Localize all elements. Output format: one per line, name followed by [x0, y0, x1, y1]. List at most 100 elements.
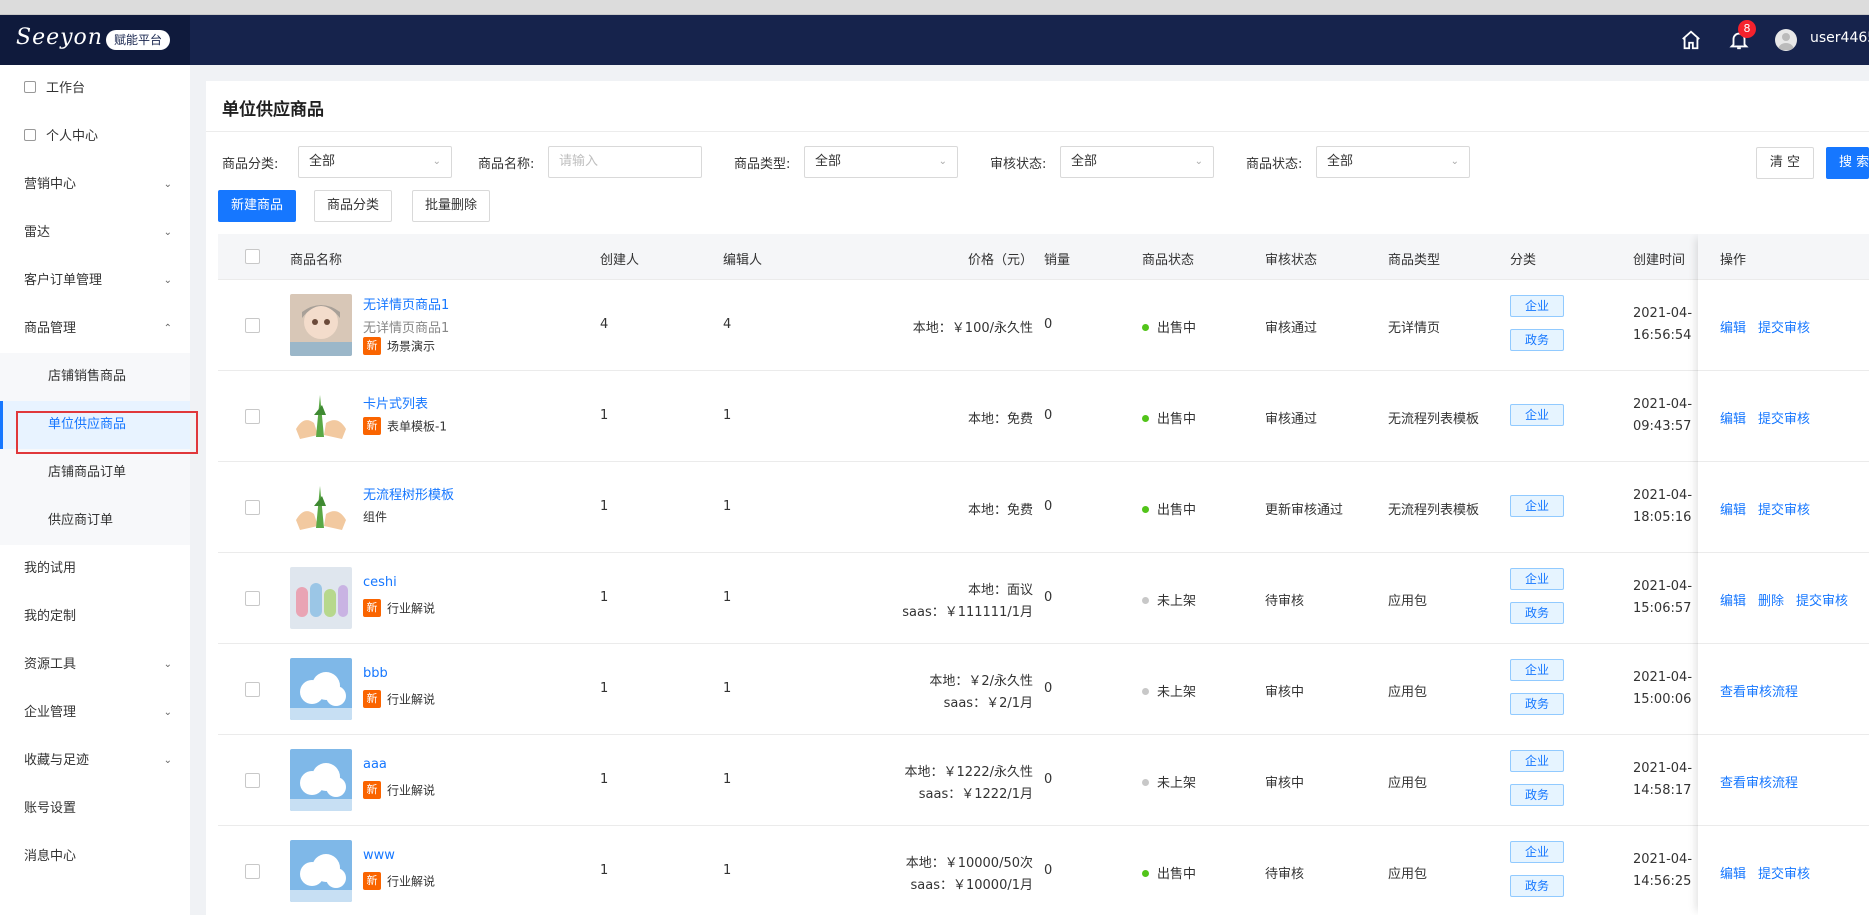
- category-tag: 政务: [1510, 329, 1564, 351]
- new-product-button[interactable]: 新建商品: [218, 190, 297, 222]
- price-local: 本地：面议: [967, 583, 1033, 598]
- batch-delete-button[interactable]: 批量删除: [412, 190, 491, 222]
- created-time: 16:56:54: [1633, 328, 1692, 343]
- price-local: 本地：￥10000/50次: [905, 856, 1033, 871]
- creator-cell: 1: [600, 590, 609, 605]
- chevron-down-icon: ⌄: [163, 275, 172, 286]
- new-badge: 新: [363, 417, 381, 435]
- operation-link[interactable]: 删除: [1758, 594, 1784, 609]
- new-badge: 新: [363, 599, 381, 617]
- column-header: 商品名称: [290, 253, 343, 268]
- select-all-checkbox[interactable]: [245, 249, 260, 264]
- row-checkbox[interactable]: [245, 500, 260, 515]
- operation-link[interactable]: 编辑: [1720, 412, 1746, 427]
- sidebar-item-favorites[interactable]: 收藏与足迹 ⌄: [0, 737, 190, 785]
- audit-status-cell: 审核通过: [1265, 321, 1318, 336]
- operation-link[interactable]: 编辑: [1720, 321, 1746, 336]
- product-tags: 组件: [363, 508, 387, 525]
- column-header: 商品状态: [1142, 253, 1195, 268]
- username[interactable]: user4465: [1810, 30, 1869, 46]
- table-row: 卡片式列表新表单模板-1 1 1 本地：免费 0 出售中 审核通过 无流程列表模板 企业 2021…: [218, 371, 1869, 462]
- operation-link[interactable]: 查看审核流程: [1720, 685, 1798, 700]
- sales-cell: 0: [1044, 408, 1053, 423]
- operations-cell: 编辑 提交审核: [1698, 280, 1869, 371]
- sidebar-sub-supplier-orders[interactable]: 供应商订单: [0, 497, 190, 545]
- sidebar-sub-store-orders[interactable]: 店铺商品订单: [0, 449, 190, 497]
- sidebar-item-marketing[interactable]: 营销中心 ⌄: [0, 161, 190, 209]
- row-checkbox[interactable]: [245, 864, 260, 879]
- search-button[interactable]: 搜 索: [1826, 147, 1869, 179]
- operations-cell: 查看审核流程: [1698, 735, 1869, 826]
- operation-link[interactable]: 编辑: [1720, 503, 1746, 518]
- product-name-link[interactable]: ceshi: [363, 575, 397, 590]
- status-select[interactable]: 全部 ⌄: [1316, 146, 1470, 178]
- row-checkbox[interactable]: [245, 409, 260, 424]
- audit-status-cell: 待审核: [1265, 867, 1305, 882]
- sidebar-sub-store-sales[interactable]: 店铺销售商品: [0, 353, 190, 401]
- sidebar-item-my-custom[interactable]: 我的定制: [0, 593, 190, 641]
- product-tag: 表单模板-1: [387, 419, 447, 434]
- operation-link[interactable]: 提交审核: [1796, 594, 1848, 609]
- operation-link[interactable]: 编辑: [1720, 594, 1746, 609]
- user-avatar[interactable]: [1775, 29, 1797, 51]
- sales-cell: 0: [1044, 772, 1053, 787]
- operation-link[interactable]: 编辑: [1720, 867, 1746, 882]
- sidebar-item-workbench[interactable]: 工作台: [0, 65, 190, 113]
- sidebar-item-account[interactable]: 账号设置: [0, 785, 190, 833]
- operations-column-header: 操作: [1698, 234, 1869, 280]
- logo-area[interactable]: Seeyon 赋能平台: [0, 15, 190, 65]
- row-checkbox[interactable]: [245, 682, 260, 697]
- category-tag: 企业: [1510, 495, 1564, 517]
- type-select[interactable]: 全部 ⌄: [804, 146, 958, 178]
- operation-link[interactable]: 提交审核: [1758, 867, 1810, 882]
- table-header: 商品名称 创建人 编辑人 价格（元） 销量 商品状态 审核状态 商品类型 分类 …: [218, 234, 1869, 280]
- chevron-down-icon: ⌄: [163, 707, 172, 718]
- sidebar-item-personal-center[interactable]: 个人中心: [0, 113, 190, 161]
- operation-link[interactable]: 查看审核流程: [1720, 776, 1798, 791]
- sidebar-item-customer-orders[interactable]: 客户订单管理 ⌄: [0, 257, 190, 305]
- product-name-link[interactable]: 无流程树形模板: [363, 484, 454, 503]
- product-category-button[interactable]: 商品分类: [314, 190, 393, 222]
- sidebar-item-resource-tools[interactable]: 资源工具 ⌄: [0, 641, 190, 689]
- status-text: 出售中: [1157, 412, 1197, 427]
- sidebar-item-radar[interactable]: 雷达 ⌄: [0, 209, 190, 257]
- home-icon[interactable]: [1680, 29, 1702, 51]
- category-tag: 政务: [1510, 602, 1564, 624]
- row-checkbox[interactable]: [245, 318, 260, 333]
- product-name-link[interactable]: bbb: [363, 666, 388, 681]
- category-tags: 企业 政务: [1510, 280, 1570, 371]
- sidebar-item-product-management[interactable]: 商品管理 ⌃: [0, 305, 190, 353]
- top-navigation-bar: Seeyon 赋能平台 8 user4465: [0, 15, 1869, 65]
- table-row: ceshi 新行业解说 1 1 本地：面议 saas：￥111111/1月 0 未上架 待审核 应…: [218, 553, 1869, 644]
- clear-button[interactable]: 清 空: [1756, 147, 1814, 179]
- operation-link[interactable]: 提交审核: [1758, 503, 1810, 518]
- product-name-link[interactable]: 无详情页商品1: [363, 294, 449, 313]
- sidebar-item-messages[interactable]: 消息中心: [0, 833, 190, 881]
- status-text: 出售中: [1157, 867, 1197, 882]
- sidebar-item-enterprise[interactable]: 企业管理 ⌄: [0, 689, 190, 737]
- price-saas: saas：￥111111/1月: [902, 605, 1033, 620]
- operation-link[interactable]: 提交审核: [1758, 412, 1810, 427]
- product-tags: 新场景演示: [363, 337, 435, 355]
- creator-cell: 4: [600, 317, 609, 332]
- product-tags: 新行业解说: [363, 872, 435, 890]
- product-name-link[interactable]: 卡片式列表: [363, 393, 428, 412]
- product-name-link[interactable]: www: [363, 848, 395, 863]
- square-icon: [24, 81, 36, 93]
- operation-link[interactable]: 提交审核: [1758, 321, 1810, 336]
- new-badge: 新: [363, 337, 381, 355]
- sidebar-item-my-trial[interactable]: 我的试用: [0, 545, 190, 593]
- price-local: 本地：免费: [967, 412, 1033, 427]
- name-search-input[interactable]: 请输入: [548, 146, 702, 178]
- chevron-down-icon: ⌄: [163, 227, 172, 238]
- audit-select[interactable]: 全部 ⌄: [1060, 146, 1214, 178]
- column-header: 商品类型: [1388, 253, 1441, 268]
- table-row: bbb 新行业解说 1 1 本地：￥2/永久性 saas：￥2/1月 0 未上架 审核中 应用包 企…: [218, 644, 1869, 735]
- product-name-link[interactable]: aaa: [363, 757, 387, 772]
- row-checkbox[interactable]: [245, 591, 260, 606]
- created-date: 2021-04-: [1633, 579, 1693, 594]
- row-checkbox[interactable]: [245, 773, 260, 788]
- category-select[interactable]: 全部 ⌄: [298, 146, 452, 178]
- column-header: 价格（元）: [967, 253, 1033, 268]
- price-local: 本地：免费: [967, 503, 1033, 518]
